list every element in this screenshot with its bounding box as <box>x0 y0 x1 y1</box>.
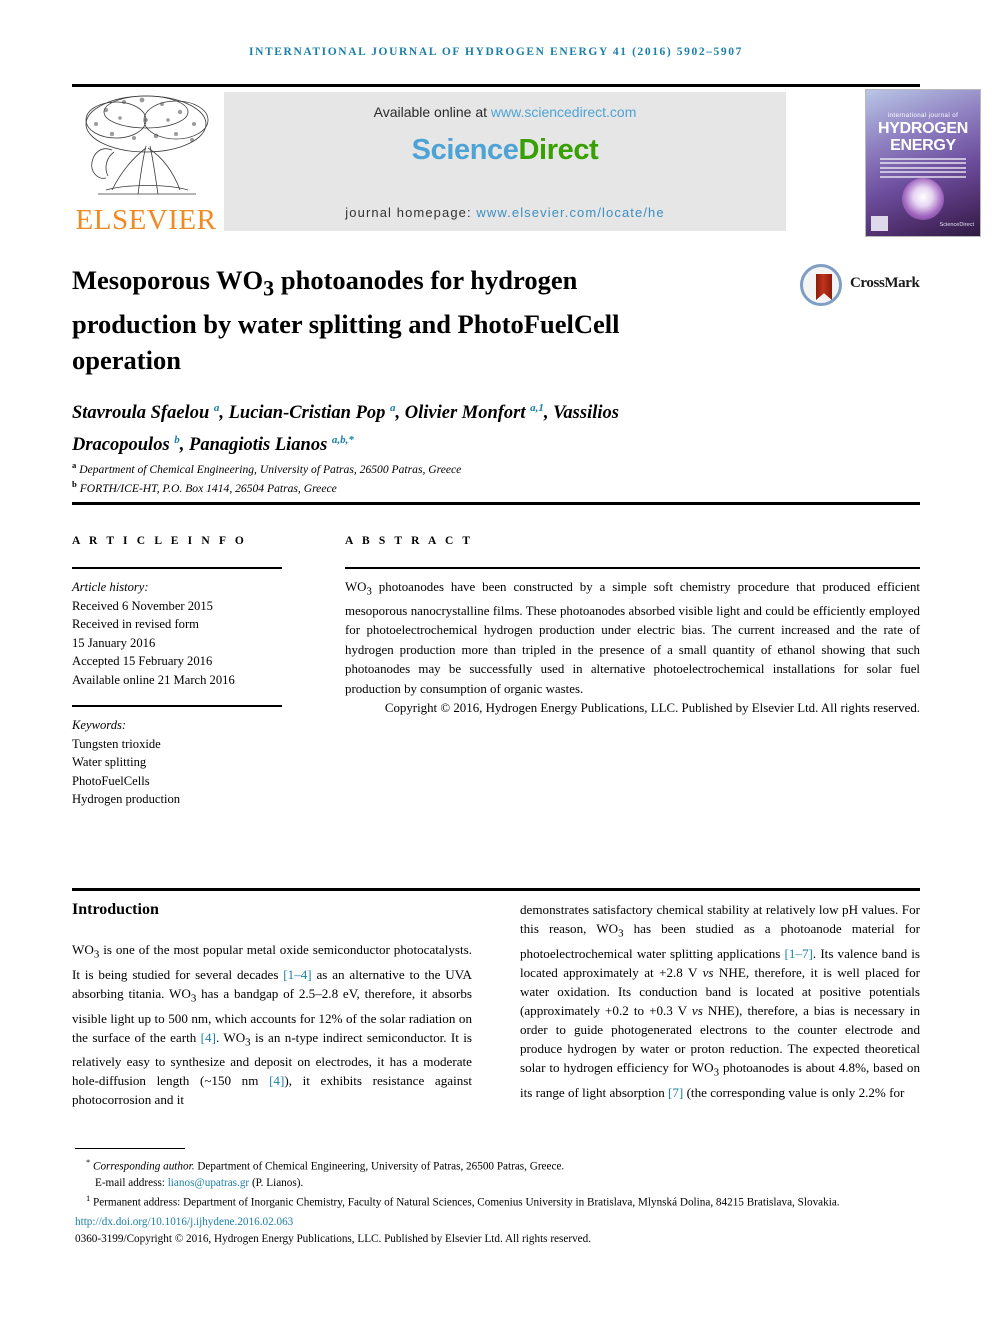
affiliations: a Department of Chemical Engineering, Un… <box>72 458 712 497</box>
sciencedirect-box: Available online at www.sciencedirect.co… <box>224 92 786 231</box>
cover-orb-graphic <box>902 178 944 220</box>
journal-cover-thumbnail: international journal of HYDROGEN ENERGY… <box>865 89 981 237</box>
article-history-item: 15 January 2016 <box>72 635 156 650</box>
introduction-paragraph-right: demonstrates satisfactory chemical stabi… <box>520 902 921 1101</box>
available-online-line: Available online at www.sciencedirect.co… <box>224 104 786 120</box>
page-title: Mesoporous WO3 photoanodes for hydrogen … <box>72 265 620 376</box>
elsevier-wordmark: ELSEVIER <box>75 204 217 236</box>
elsevier-tree-icon <box>85 95 209 195</box>
affiliation-b: b FORTH/ICE-HT, P.O. Box 1414, 26504 Pat… <box>72 479 337 496</box>
paper-page: INTERNATIONAL JOURNAL OF HYDROGEN ENERGY… <box>0 0 992 1323</box>
corresponding-author-address: Department of Chemical Engineering, Univ… <box>194 1160 565 1173</box>
info-top-rule <box>72 502 920 505</box>
abstract-body: WO3 photoanodes have been constructed by… <box>345 578 920 718</box>
elsevier-logo: ELSEVIER <box>72 88 220 236</box>
cover-editor-lines <box>880 158 966 180</box>
author-list: Stavroula Sfaelou a, Lucian-Cristian Pop… <box>72 402 619 456</box>
affiliation-a: a Department of Chemical Engineering, Un… <box>72 460 462 476</box>
keywords-label: Keywords: <box>72 718 127 732</box>
corresponding-author-note: * Corresponding author. Department of Ch… <box>75 1155 925 1175</box>
cover-title-small: international journal of <box>887 112 959 119</box>
journal-homepage-label: journal homepage: <box>345 205 477 220</box>
email-note: E-mail address: lianos@upatras.gr (P. Li… <box>75 1175 925 1191</box>
sciencedirect-link[interactable]: www.sciencedirect.com <box>491 104 637 120</box>
corresponding-author-marker: * <box>86 1158 91 1167</box>
available-online-text: Available online at <box>373 104 491 120</box>
abstract-paragraph: WO3 photoanodes have been constructed by… <box>345 580 920 696</box>
introduction-column-right: demonstrates satisfactory chemical stabi… <box>520 900 920 1102</box>
crossmark-ribbon-icon <box>816 274 832 300</box>
abstract-rule <box>345 567 920 569</box>
introduction-paragraph-left: WO3 is one of the most popular metal oxi… <box>72 942 473 1108</box>
email-link[interactable]: lianos@upatras.gr <box>168 1177 249 1189</box>
body-top-rule <box>72 888 920 891</box>
article-history-item: Accepted 15 February 2016 <box>72 654 213 669</box>
crossmark-label: CrossMark <box>850 275 920 291</box>
journal-homepage-line: journal homepage: www.elsevier.com/locat… <box>224 205 786 220</box>
article-history-item: Available online 21 March 2016 <box>72 672 235 687</box>
keyword-item: Water splitting <box>72 755 147 770</box>
doi-link[interactable]: http://dx.doi.org/10.1016/j.ijhydene.201… <box>75 1214 925 1230</box>
page-footer: * Corresponding author. Department of Ch… <box>75 1155 925 1247</box>
permanent-address-marker: 1 <box>86 1194 91 1204</box>
affiliation-b-text: FORTH/ICE-HT, P.O. Box 1414, 26504 Patra… <box>79 482 337 496</box>
keyword-item: PhotoFuelCells <box>72 773 150 788</box>
cover-sciencedirect-note: ScienceDirect <box>939 222 974 229</box>
cover-publisher-badge <box>871 216 888 231</box>
article-info-heading: A R T I C L E I N F O <box>72 535 247 547</box>
article-history-block: Article history: Received 6 November 201… <box>72 578 302 690</box>
header-rule <box>72 84 920 87</box>
email-label: E-mail address: <box>95 1176 168 1189</box>
corresponding-author-label: Corresponding author. <box>92 1160 195 1173</box>
cover-title-hydrogen: HYDROGEN <box>877 120 969 137</box>
permanent-address-note: 1 Permanent address: Department of Inorg… <box>75 1191 925 1211</box>
journal-homepage-link[interactable]: www.elsevier.com/locate/he <box>476 205 664 220</box>
permanent-address-text: Permanent address: Department of Inorgan… <box>92 1196 840 1209</box>
article-info-rule <box>72 567 282 569</box>
footnote-rule <box>75 1148 185 1149</box>
article-history-label: Article history: <box>72 580 149 594</box>
crossmark-badge[interactable]: CrossMark <box>800 264 920 310</box>
journal-banner: ELSEVIER Available online at www.science… <box>72 88 981 237</box>
introduction-heading: Introduction <box>72 901 159 918</box>
sciencedirect-logo: ScienceDirect <box>224 134 786 167</box>
sciencedirect-logo-science: Science <box>411 134 519 166</box>
running-head: INTERNATIONAL JOURNAL OF HYDROGEN ENERGY… <box>249 46 743 58</box>
keywords-block: Keywords: Tungsten trioxide Water splitt… <box>72 716 302 809</box>
keyword-item: Tungsten trioxide <box>72 736 161 751</box>
sciencedirect-logo-direct: Direct <box>518 134 599 166</box>
abstract-heading: A B S T R A C T <box>345 535 474 547</box>
affiliation-a-text: Department of Chemical Engineering, Univ… <box>79 462 462 476</box>
introduction-column-left: Introduction WO3 is one of the most popu… <box>72 900 472 1110</box>
article-history-item: Received 6 November 2015 <box>72 598 213 613</box>
cover-title-energy: ENERGY <box>890 137 956 154</box>
keyword-item: Hydrogen production <box>72 792 181 807</box>
keywords-rule <box>72 705 282 707</box>
email-suffix: (P. Lianos). <box>249 1176 304 1189</box>
issn-copyright-line: 0360-3199/Copyright © 2016, Hydrogen Ene… <box>75 1233 592 1246</box>
crossmark-icon <box>800 264 842 306</box>
abstract-copyright: Copyright © 2016, Hydrogen Energy Public… <box>384 701 920 716</box>
article-history-item: Received in revised form <box>72 617 199 632</box>
